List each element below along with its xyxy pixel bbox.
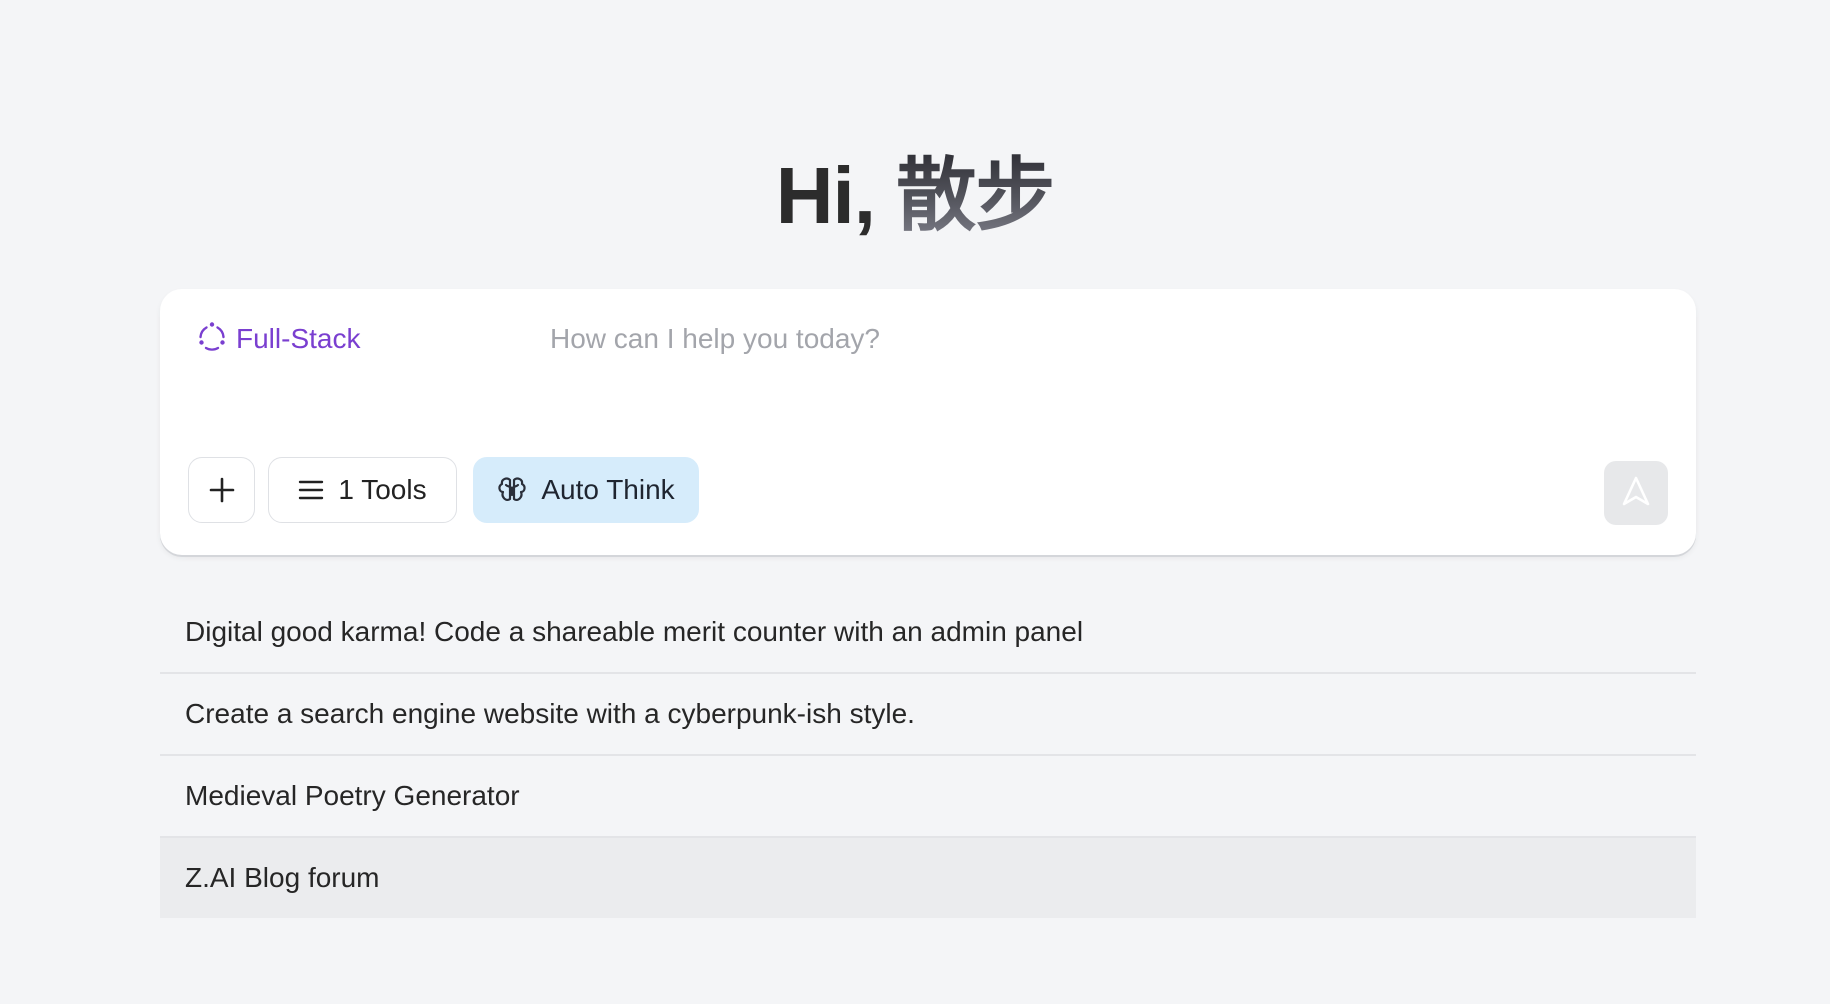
suggestion-label: Digital good karma! Code a shareable mer… [185, 616, 1084, 647]
prompt-composer: Full-Stack 1 Tools [160, 289, 1696, 555]
suggestion-label: Z.AI Blog forum [185, 862, 380, 893]
full-stack-icon [196, 320, 228, 359]
send-arrow-icon [1621, 475, 1651, 512]
send-button[interactable] [1604, 461, 1668, 525]
mode-label: Full-Stack [236, 323, 361, 354]
auto-think-label: Auto Think [541, 474, 675, 505]
suggestion-item[interactable]: Z.AI Blog forum [160, 838, 1696, 918]
suggestion-item[interactable]: Digital good karma! Code a shareable mer… [160, 592, 1696, 674]
auto-think-toggle[interactable]: Auto Think [473, 457, 699, 523]
brain-icon [497, 475, 527, 505]
greeting-user-name: 散步 [896, 151, 1055, 240]
mode-selector[interactable]: Full-Stack [196, 317, 360, 361]
suggestion-label: Create a search engine website with a cy… [185, 698, 915, 729]
suggestion-item[interactable]: Create a search engine website with a cy… [160, 674, 1696, 756]
greeting-title: Hi, 散步 [0, 150, 1830, 242]
suggestion-label: Medieval Poetry Generator [185, 780, 520, 811]
menu-icon [298, 479, 324, 501]
prompt-input[interactable] [550, 315, 1650, 363]
plus-icon [208, 476, 236, 504]
tools-label: 1 Tools [338, 474, 427, 505]
greeting-prefix: Hi, [775, 151, 876, 240]
home-page: Hi, 散步 Full-Stack How can I help you tod… [0, 0, 1830, 1004]
suggestion-item[interactable]: Medieval Poetry Generator [160, 756, 1696, 838]
tools-button[interactable]: 1 Tools [268, 457, 457, 523]
add-attachment-button[interactable] [188, 457, 255, 523]
suggestion-list: Digital good karma! Code a shareable mer… [160, 592, 1696, 918]
